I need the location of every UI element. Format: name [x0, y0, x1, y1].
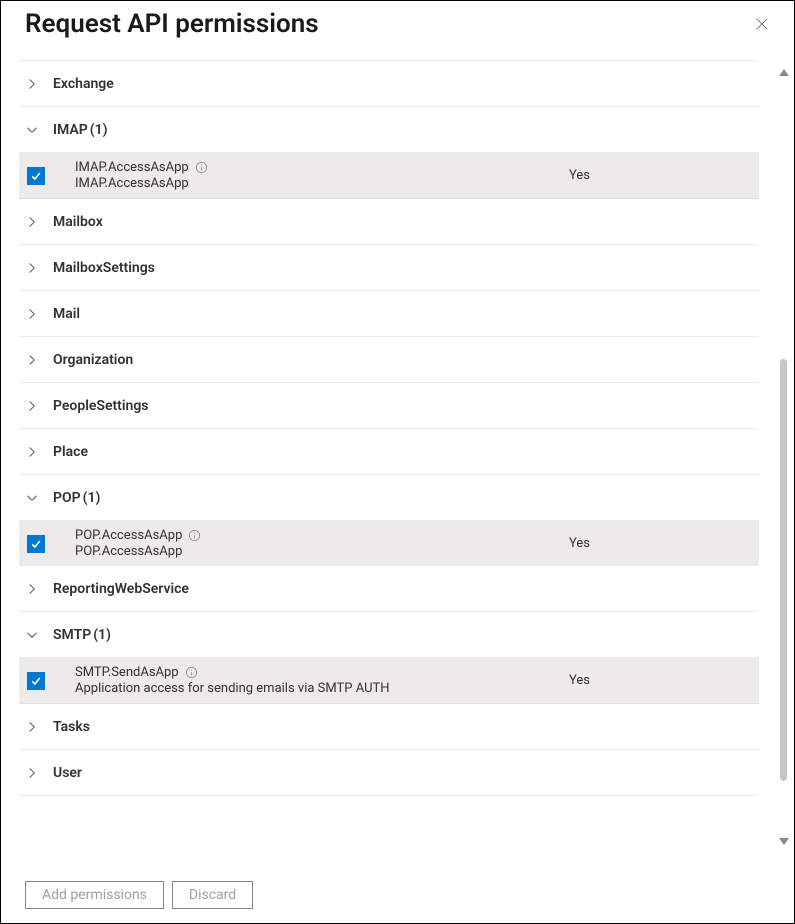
info-icon[interactable]	[185, 666, 198, 679]
permission-row-imap-accessasapp: IMAP.AccessAsApp IMAP.AccessAsApp Yes	[19, 153, 759, 199]
request-api-permissions-panel: Request API permissions Contacts E	[1, 1, 794, 923]
close-button[interactable]	[748, 10, 776, 38]
chevron-right-icon	[25, 766, 39, 780]
chevron-right-icon	[25, 582, 39, 596]
group-header-user[interactable]: User	[19, 750, 759, 796]
group-label: Mailbox	[53, 214, 103, 230]
info-icon[interactable]	[188, 529, 201, 542]
group-header-mailboxsettings[interactable]: MailboxSettings	[19, 245, 759, 291]
check-icon	[30, 538, 42, 550]
scroll-track[interactable]	[780, 80, 787, 834]
check-icon	[30, 170, 42, 182]
group-header-contacts[interactable]: Contacts	[19, 51, 759, 61]
chevron-right-icon	[25, 445, 39, 459]
permission-text: SMTP.SendAsApp Application access for se…	[75, 665, 569, 696]
permissions-list: Contacts Exchange IMAP (1)	[19, 51, 759, 796]
chevron-down-icon	[25, 491, 39, 505]
permission-text: IMAP.AccessAsApp IMAP.AccessAsApp	[75, 160, 569, 191]
admin-consent-value: Yes	[569, 536, 759, 551]
permission-name: IMAP.AccessAsApp	[75, 160, 189, 175]
chevron-right-icon	[25, 261, 39, 275]
admin-consent-value: Yes	[569, 673, 759, 688]
permission-description: Application access for sending emails vi…	[75, 681, 569, 696]
chevron-right-icon	[25, 720, 39, 734]
group-label: MailboxSettings	[53, 260, 155, 276]
group-count: (1)	[83, 490, 101, 506]
scroll-up-icon[interactable]	[779, 69, 789, 76]
permissions-scroll-area: Contacts Exchange IMAP (1)	[1, 45, 794, 869]
permission-text: POP.AccessAsApp POP.AccessAsApp	[75, 528, 569, 559]
chevron-right-icon	[25, 307, 39, 321]
permission-row-pop-accessasapp: POP.AccessAsApp POP.AccessAsApp Yes	[19, 521, 759, 566]
permission-description: POP.AccessAsApp	[75, 544, 569, 559]
chevron-down-icon	[25, 628, 39, 642]
scroll-down-icon[interactable]	[779, 838, 789, 845]
group-header-imap[interactable]: IMAP (1)	[19, 107, 759, 153]
permission-checkbox[interactable]	[27, 535, 45, 553]
add-permissions-button[interactable]: Add permissions	[25, 881, 164, 909]
panel-title: Request API permissions	[25, 9, 748, 39]
group-header-tasks[interactable]: Tasks	[19, 704, 759, 750]
permission-name: POP.AccessAsApp	[75, 528, 182, 543]
close-icon	[755, 17, 769, 31]
group-header-exchange[interactable]: Exchange	[19, 61, 759, 107]
chevron-right-icon	[25, 353, 39, 367]
group-count: (1)	[90, 122, 108, 138]
permission-description: IMAP.AccessAsApp	[75, 176, 569, 191]
chevron-right-icon	[25, 77, 39, 91]
group-label: Organization	[53, 352, 133, 368]
info-icon[interactable]	[195, 161, 208, 174]
group-label: ReportingWebService	[53, 581, 189, 597]
group-label: Tasks	[53, 719, 90, 735]
chevron-right-icon	[25, 215, 39, 229]
group-label: POP	[53, 490, 81, 506]
panel-header: Request API permissions	[1, 1, 794, 45]
group-label: SMTP	[53, 627, 91, 643]
admin-consent-value: Yes	[569, 168, 759, 183]
discard-button[interactable]: Discard	[172, 881, 253, 909]
group-header-mail[interactable]: Mail	[19, 291, 759, 337]
permission-row-smtp-sendasapp: SMTP.SendAsApp Application access for se…	[19, 658, 759, 704]
group-header-place[interactable]: Place	[19, 429, 759, 475]
scroll-thumb[interactable]	[780, 359, 787, 781]
chevron-right-icon	[25, 399, 39, 413]
group-label: User	[53, 765, 82, 781]
group-header-pop[interactable]: POP (1)	[19, 475, 759, 521]
group-label: Place	[53, 444, 88, 460]
group-label: Exchange	[53, 76, 114, 92]
panel-footer: Add permissions Discard	[1, 869, 794, 923]
chevron-down-icon	[25, 123, 39, 137]
group-label: Mail	[53, 306, 80, 322]
group-header-mailbox[interactable]: Mailbox	[19, 199, 759, 245]
group-count: (1)	[93, 627, 111, 643]
permission-name: SMTP.SendAsApp	[75, 665, 179, 680]
group-header-reportingwebservice[interactable]: ReportingWebService	[19, 566, 759, 612]
permission-checkbox[interactable]	[27, 167, 45, 185]
scrollbar[interactable]	[776, 69, 791, 845]
permission-checkbox[interactable]	[27, 672, 45, 690]
group-header-peoplesettings[interactable]: PeopleSettings	[19, 383, 759, 429]
check-icon	[30, 675, 42, 687]
group-header-smtp[interactable]: SMTP (1)	[19, 612, 759, 658]
group-label: IMAP	[53, 122, 88, 138]
group-header-organization[interactable]: Organization	[19, 337, 759, 383]
group-label: PeopleSettings	[53, 398, 149, 414]
